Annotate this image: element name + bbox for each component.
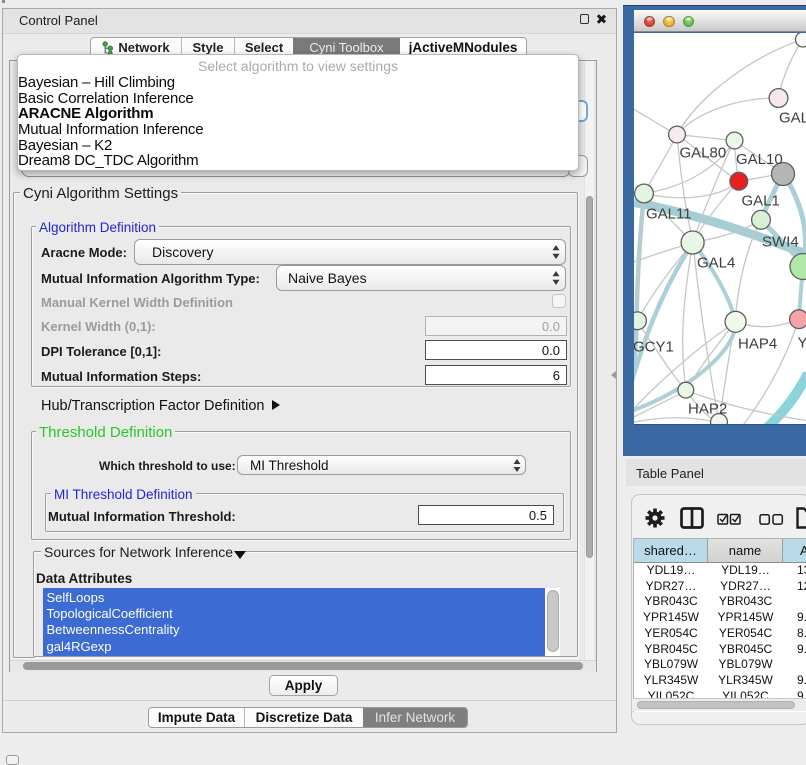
svg-text:GAL10: GAL10 <box>736 151 783 168</box>
svg-text:HAP2: HAP2 <box>688 400 727 417</box>
svg-text:GAL4: GAL4 <box>697 254 735 271</box>
svg-text:GCY1: GCY1 <box>634 338 674 355</box>
svg-text:GAL11: GAL11 <box>646 205 692 222</box>
svg-text:GAL7: GAL7 <box>779 109 806 126</box>
svg-text:SWI4: SWI4 <box>762 233 799 250</box>
svg-text:GAL80: GAL80 <box>680 144 727 161</box>
svg-text:HAP4: HAP4 <box>738 335 777 352</box>
svg-text:YER: YER <box>798 334 806 351</box>
svg-text:GAL1: GAL1 <box>742 192 780 209</box>
